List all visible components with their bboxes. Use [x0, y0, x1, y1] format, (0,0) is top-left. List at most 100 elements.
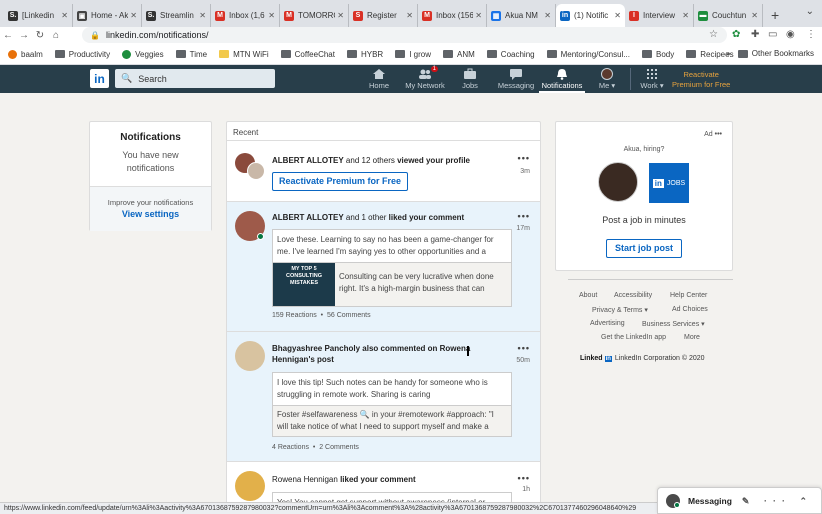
nav-home-label: Home: [368, 81, 389, 90]
nav-messaging[interactable]: Messaging: [497, 68, 535, 93]
other-bookmarks[interactable]: Other Bookmarks: [737, 49, 814, 58]
online-status-icon: [257, 233, 264, 240]
messaging-actions-icons[interactable]: ✎ ··· ⌃: [742, 496, 813, 507]
tab-search-icon[interactable]: ⌄: [806, 6, 814, 17]
browser-menu-icon[interactable]: ⋮: [806, 29, 816, 40]
url-field[interactable]: 🔒 linkedin.com/notifications/ ☆: [82, 27, 727, 43]
post-preview[interactable]: Foster #selfawareness 🔍 in your #remotew…: [272, 406, 512, 437]
footer-link-advertising[interactable]: Advertising: [590, 320, 625, 327]
forward-icon[interactable]: →: [16, 30, 32, 41]
extension-icon[interactable]: ✿: [732, 29, 740, 40]
close-icon[interactable]: ✕: [406, 11, 413, 20]
bookmark-star-icon[interactable]: ☆: [709, 29, 718, 40]
nav-work-label: Work ▾: [640, 81, 664, 90]
cast-icon[interactable]: ▭: [768, 29, 777, 40]
comment-preview[interactable]: I love this tip! Such notes can be handy…: [272, 372, 512, 406]
bookmark-item[interactable]: Time: [175, 50, 207, 59]
reactivate-premium-button[interactable]: Reactivate Premium for Free: [272, 172, 408, 191]
reactions-count[interactable]: 159 Reactions: [272, 312, 317, 319]
footer-link-ad-choices[interactable]: Ad Choices: [672, 306, 708, 313]
lock-icon: 🔒: [90, 30, 100, 40]
start-job-post-button[interactable]: Start job post: [606, 239, 682, 258]
browser-tab[interactable]: I Interview ✕: [625, 4, 694, 27]
view-settings-link[interactable]: View settings: [90, 209, 211, 219]
close-icon[interactable]: ✕: [475, 11, 482, 20]
nav-home[interactable]: Home: [364, 68, 394, 93]
bookmark-item[interactable]: Body: [641, 50, 674, 59]
browser-tab[interactable]: ▦ Akua NM ✕: [487, 4, 556, 27]
logo-jobs-text: JOBS: [666, 179, 686, 187]
browser-tab[interactable]: S. [Linkedin ✕: [4, 4, 73, 27]
footer-link-about[interactable]: About: [579, 292, 597, 299]
comments-count[interactable]: 56 Comments: [327, 312, 371, 319]
browser-tab[interactable]: S Register ✕: [349, 4, 418, 27]
nav-notifications-label: Notifications: [541, 81, 583, 90]
nav-me-label: Me ▾: [598, 81, 616, 90]
linkedin-wordmark: Linked: [580, 355, 603, 362]
home-icon[interactable]: ⌂: [48, 30, 64, 41]
browser-tab[interactable]: ▣ Home - Ak ✕: [73, 4, 142, 27]
notification-item[interactable]: Bhagyashree Pancholy also commented on R…: [227, 332, 540, 462]
back-icon[interactable]: ←: [0, 30, 16, 41]
comment-preview[interactable]: Love these. Learning to say no has been …: [272, 229, 512, 263]
new-tab-icon[interactable]: +: [771, 7, 779, 23]
nav-jobs[interactable]: Jobs: [458, 68, 482, 93]
reactivate-premium-link[interactable]: Reactivate Premium for Free: [672, 70, 730, 90]
bookmark-item[interactable]: MTN WiFi: [219, 50, 269, 59]
extensions-puzzle-icon[interactable]: ✚: [751, 29, 759, 40]
bookmark-item[interactable]: baalm: [8, 49, 43, 59]
bookmark-item[interactable]: Mentoring/Consul...: [546, 50, 630, 59]
footer-link-more[interactable]: More: [684, 334, 700, 341]
footer-link-help-center[interactable]: Help Center: [670, 292, 707, 299]
footer-link-accessibility[interactable]: Accessibility: [614, 292, 652, 299]
more-options-icon[interactable]: •••: [518, 211, 530, 221]
address-bar-row: ← → ↻ ⌂ 🔒 linkedin.com/notifications/ ☆ …: [0, 27, 822, 44]
bookmark-item[interactable]: Coaching: [486, 50, 535, 59]
reactions-count[interactable]: 4 Reactions: [272, 444, 309, 451]
close-icon[interactable]: ✕: [61, 11, 68, 20]
nav-me[interactable]: Me ▾: [594, 68, 620, 93]
close-icon[interactable]: ✕: [751, 11, 758, 20]
footer-link-business-services[interactable]: Business Services ▾: [642, 320, 705, 328]
ad-more-icon[interactable]: •••: [715, 131, 722, 138]
browser-tab[interactable]: M Inbox (1,6 ✕: [211, 4, 280, 27]
post-preview[interactable]: MY TOP 5 CONSULTING MISTAKES Consulting …: [272, 263, 512, 307]
notification-item[interactable]: ALBERT ALLOTEY and 12 others viewed your…: [227, 142, 540, 202]
notification-badge: 1: [430, 66, 438, 72]
more-options-icon[interactable]: •••: [518, 153, 530, 163]
messaging-overlay[interactable]: Messaging ✎ ··· ⌃: [657, 487, 822, 514]
more-options-icon[interactable]: •••: [518, 343, 530, 353]
linkedin-logo[interactable]: in: [90, 69, 109, 88]
reload-icon[interactable]: ↻: [32, 30, 48, 41]
search-input[interactable]: 🔍 Search: [115, 69, 275, 88]
bookmark-item[interactable]: I grow: [395, 50, 431, 59]
close-icon[interactable]: ✕: [614, 11, 621, 20]
browser-tab[interactable]: ▬ Couchtun ✕: [694, 4, 763, 27]
comments-count[interactable]: 2 Comments: [319, 444, 359, 451]
close-icon[interactable]: ✕: [682, 11, 689, 20]
footer-link-privacy-terms[interactable]: Privacy & Terms ▾: [592, 306, 648, 314]
bookmark-item[interactable]: HYBR: [346, 50, 383, 59]
bookmark-item[interactable]: Productivity: [54, 50, 110, 59]
bookmark-item[interactable]: ANM: [443, 50, 475, 59]
messaging-icon: [510, 69, 522, 80]
close-icon[interactable]: ✕: [337, 11, 344, 20]
browser-tab[interactable]: S. Streamlin ✕: [142, 4, 211, 27]
browser-tab[interactable]: M Inbox (156 ✕: [418, 4, 487, 27]
footer-link-get-app[interactable]: Get the LinkedIn app: [601, 334, 666, 341]
bookmark-item[interactable]: CoffeeChat: [280, 50, 335, 59]
close-icon[interactable]: ✕: [544, 11, 551, 20]
profile-avatar-icon[interactable]: ◉: [786, 29, 795, 40]
nav-notifications[interactable]: Notifications: [539, 68, 585, 93]
more-options-icon[interactable]: •••: [518, 473, 530, 483]
notification-item[interactable]: ALBERT ALLOTEY and 1 other liked your co…: [227, 202, 540, 332]
close-icon[interactable]: ✕: [130, 11, 137, 20]
close-icon[interactable]: ✕: [199, 11, 206, 20]
bookmark-item[interactable]: Veggies: [122, 49, 164, 59]
nav-my-network[interactable]: 1 My Network: [402, 66, 448, 93]
close-icon[interactable]: ✕: [268, 11, 275, 20]
nav-work[interactable]: Work ▾: [637, 68, 667, 93]
browser-tab[interactable]: M TOMORRO✕: [280, 4, 349, 27]
bookmarks-overflow-icon[interactable]: »: [726, 49, 730, 58]
browser-tab[interactable]: in (1) Notific ✕: [556, 4, 625, 27]
